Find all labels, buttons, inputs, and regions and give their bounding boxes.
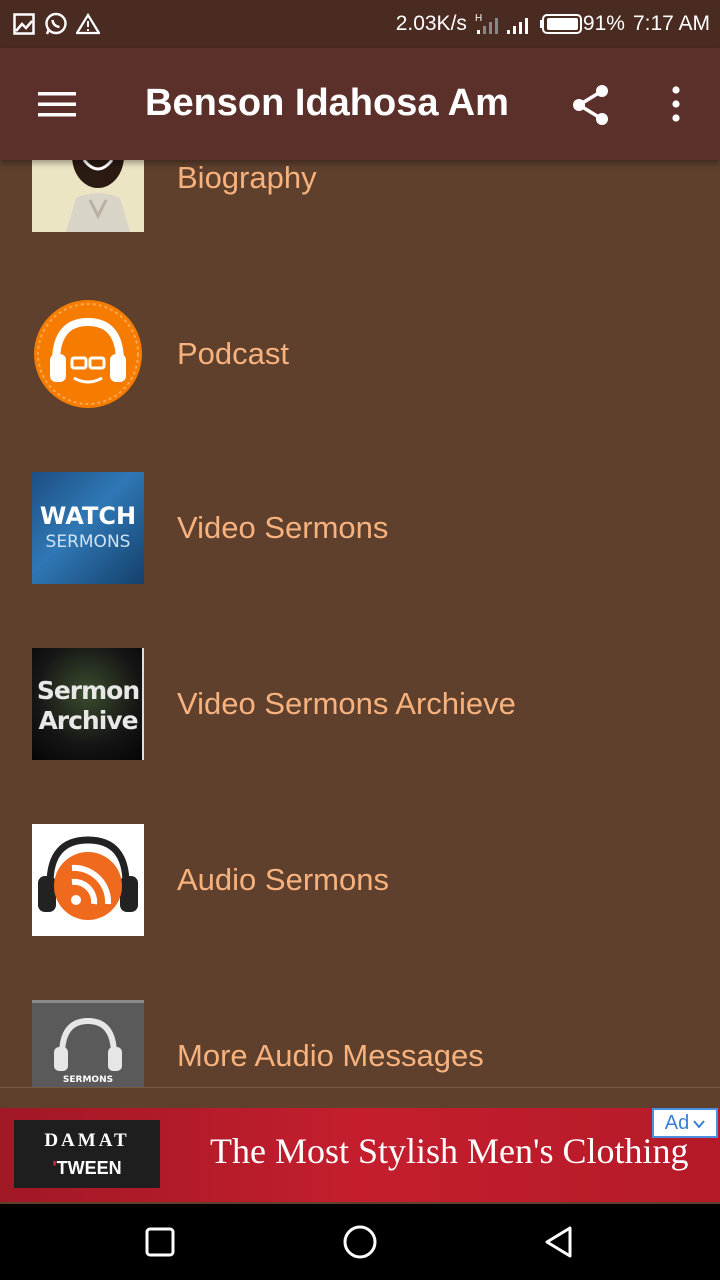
status-bar: 2.03K/s H 91% 7:17 AM (0, 0, 720, 48)
home-circle-icon[interactable] (340, 1222, 380, 1262)
warning-icon (76, 12, 100, 36)
list-item-video-sermons[interactable]: WATCH SERMONS Video Sermons (0, 442, 720, 618)
menu-list: Biography Podcast WATCH SERMONS Video Se… (0, 160, 720, 1088)
list-item-audio-sermons[interactable]: Audio Sermons (0, 794, 720, 970)
app-bar: Benson Idahosa Am (0, 48, 720, 160)
more-vertical-icon[interactable] (658, 82, 694, 126)
ad-brand-line2: TWEEN (56, 1158, 122, 1178)
audio-rss-headphones-icon (32, 824, 144, 936)
list-item-label: Audio Sermons (177, 862, 389, 897)
thumb-text: WATCH (39, 502, 137, 530)
clock: 7:17 AM (632, 12, 710, 35)
svg-text:H: H (475, 13, 482, 24)
ad-brand-line1: DAMAT (44, 1130, 130, 1151)
thumb-text: Sermon (36, 676, 140, 705)
list-item-label: Video Sermons (177, 510, 389, 545)
list-item-biography[interactable]: Biography (0, 160, 720, 280)
biography-portrait-image (32, 160, 144, 232)
ad-headline: The Most Stylish Men's Clothing (210, 1131, 689, 1171)
list-item-podcast[interactable]: Podcast (0, 266, 720, 442)
list-item-label: Video Sermons Archieve (177, 686, 516, 721)
list-item-label: Biography (177, 160, 317, 195)
system-nav-bar (0, 1204, 720, 1280)
ad-badge-label: Ad (664, 1111, 690, 1134)
thumb-text: Archive (38, 706, 138, 735)
thumb-text: SERMONS (62, 1075, 114, 1085)
back-triangle-icon[interactable] (540, 1222, 580, 1262)
ad-brand-logo: DAMAT 'TWEEN (14, 1120, 160, 1188)
page-title: Benson Idahosa Am (145, 82, 509, 124)
thumb-text: SERMONS (45, 532, 131, 552)
share-icon[interactable] (566, 80, 616, 130)
sermon-archive-image: Sermon Archive (32, 648, 144, 760)
list-item-label: More Audio Messages (177, 1038, 484, 1073)
list-item-video-sermons-archieve[interactable]: Sermon Archive Video Sermons Archieve (0, 618, 720, 794)
list-item-more-audio-messages[interactable]: SERMONS More Audio Messages (0, 970, 720, 1088)
gallery-icon (12, 12, 36, 36)
podcast-headphones-icon (32, 298, 144, 410)
chevron-down-icon (693, 1112, 706, 1135)
ad-banner[interactable]: DAMAT 'TWEEN The Most Stylish Men's Clot… (0, 1108, 720, 1202)
battery-icon (539, 12, 583, 36)
list-item-label: Podcast (177, 336, 290, 371)
hamburger-menu-icon[interactable] (30, 84, 82, 124)
ad-divider (0, 1087, 720, 1088)
net-speed: 2.03K/s (395, 12, 467, 35)
ad-choices-badge[interactable]: Ad (652, 1108, 718, 1138)
watch-sermons-image: WATCH SERMONS (32, 472, 144, 584)
whatsapp-icon (44, 12, 68, 36)
sermons-headphones-image: SERMONS (32, 1000, 144, 1088)
recents-square-icon[interactable] (140, 1222, 180, 1262)
signal-icon: H (475, 12, 531, 36)
battery-percent: 91% (582, 12, 625, 35)
